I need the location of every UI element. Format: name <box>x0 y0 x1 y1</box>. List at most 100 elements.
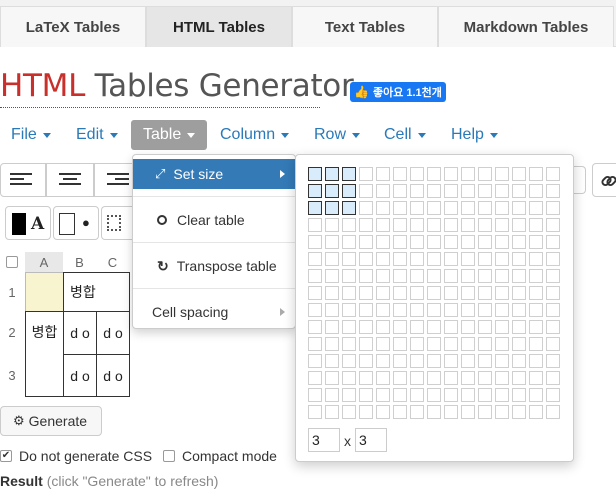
size-grid-cell[interactable] <box>393 235 407 249</box>
size-grid-cell[interactable] <box>444 218 458 232</box>
size-grid-cell[interactable] <box>410 201 424 215</box>
columns-input[interactable]: 3 <box>355 428 387 452</box>
size-grid-cell[interactable] <box>495 337 509 351</box>
size-grid-cell[interactable] <box>393 218 407 232</box>
size-grid-cell[interactable] <box>461 337 475 351</box>
row-header-3[interactable]: 3 <box>0 354 24 396</box>
size-grid-cell[interactable] <box>342 184 356 198</box>
size-grid-cell[interactable] <box>393 303 407 317</box>
size-grid-cell[interactable] <box>478 201 492 215</box>
size-grid-cell[interactable] <box>410 167 424 181</box>
size-grid-cell[interactable] <box>342 218 356 232</box>
size-grid-cell[interactable] <box>478 354 492 368</box>
size-grid-cell[interactable] <box>478 303 492 317</box>
size-grid-cell[interactable] <box>308 218 322 232</box>
size-grid-cell[interactable] <box>342 405 356 419</box>
size-grid-cell[interactable] <box>427 269 441 283</box>
size-grid-cell[interactable] <box>308 201 322 215</box>
size-grid-cell[interactable] <box>461 218 475 232</box>
size-grid-cell[interactable] <box>461 354 475 368</box>
size-grid-cell[interactable] <box>546 167 560 181</box>
table-cell[interactable]: d o <box>63 311 97 355</box>
size-grid-cell[interactable] <box>478 235 492 249</box>
size-grid-cell[interactable] <box>461 184 475 198</box>
size-grid-cell[interactable] <box>495 218 509 232</box>
row-header-1[interactable]: 1 <box>0 273 24 311</box>
size-grid-cell[interactable] <box>478 269 492 283</box>
size-grid-cell[interactable] <box>529 303 543 317</box>
menu-item-set-size[interactable]: ⤢ Set size <box>133 159 295 189</box>
size-grid-cell[interactable] <box>546 201 560 215</box>
link-button[interactable] <box>592 163 616 197</box>
table-cell-merged-top[interactable]: 병합 <box>63 272 130 312</box>
size-grid-cell[interactable] <box>461 286 475 300</box>
size-grid-cell[interactable] <box>393 405 407 419</box>
size-grid-cell[interactable] <box>546 235 560 249</box>
size-grid-cell[interactable] <box>444 252 458 266</box>
size-grid-cell[interactable] <box>325 235 339 249</box>
size-grid-cell[interactable] <box>444 184 458 198</box>
size-grid-cell[interactable] <box>342 320 356 334</box>
compact-mode-checkbox[interactable] <box>163 450 175 462</box>
size-grid-cell[interactable] <box>308 252 322 266</box>
size-grid-cell[interactable] <box>393 269 407 283</box>
size-grid-cell[interactable] <box>410 184 424 198</box>
size-grid-cell[interactable] <box>529 286 543 300</box>
size-grid-cell[interactable] <box>478 286 492 300</box>
size-grid-cell[interactable] <box>393 320 407 334</box>
size-grid-cell[interactable] <box>546 388 560 402</box>
size-grid-cell[interactable] <box>393 201 407 215</box>
size-grid-cell[interactable] <box>444 371 458 385</box>
size-grid-cell[interactable] <box>359 354 373 368</box>
size-grid-cell[interactable] <box>427 235 441 249</box>
size-grid-cell[interactable] <box>512 303 526 317</box>
size-grid-cell[interactable] <box>478 218 492 232</box>
size-grid-cell[interactable] <box>308 371 322 385</box>
menu-help[interactable]: Help <box>451 120 498 150</box>
size-grid-cell[interactable] <box>529 269 543 283</box>
size-grid-cell[interactable] <box>410 286 424 300</box>
size-grid-cell[interactable] <box>342 167 356 181</box>
size-grid-cell[interactable] <box>342 269 356 283</box>
size-grid-cell[interactable] <box>461 388 475 402</box>
size-grid-cell[interactable] <box>376 184 390 198</box>
size-grid-cell[interactable] <box>512 218 526 232</box>
size-grid-cell[interactable] <box>376 201 390 215</box>
size-grid-cell[interactable] <box>546 303 560 317</box>
align-center-button[interactable] <box>46 163 94 197</box>
size-grid-cell[interactable] <box>444 405 458 419</box>
size-grid-cell[interactable] <box>342 252 356 266</box>
size-grid-cell[interactable] <box>512 184 526 198</box>
size-grid-cell[interactable] <box>325 371 339 385</box>
size-grid-cell[interactable] <box>478 320 492 334</box>
size-grid-cell[interactable] <box>478 252 492 266</box>
size-grid-cell[interactable] <box>410 218 424 232</box>
size-grid-cell[interactable] <box>478 405 492 419</box>
size-grid-cell[interactable] <box>529 337 543 351</box>
size-grid-cell[interactable] <box>495 388 509 402</box>
size-grid-cell[interactable] <box>359 269 373 283</box>
size-grid-cell[interactable] <box>308 405 322 419</box>
size-grid-cell[interactable] <box>359 337 373 351</box>
size-grid-cell[interactable] <box>512 167 526 181</box>
tab-html[interactable]: HTML Tables <box>146 6 292 47</box>
size-grid-cell[interactable] <box>546 218 560 232</box>
select-all-checkbox[interactable] <box>6 256 18 268</box>
column-header-b[interactable]: B <box>63 252 96 272</box>
size-grid-cell[interactable] <box>529 201 543 215</box>
size-grid-cell[interactable] <box>393 286 407 300</box>
size-grid-cell[interactable] <box>529 184 543 198</box>
size-grid-cell[interactable] <box>546 286 560 300</box>
size-grid-cell[interactable] <box>376 303 390 317</box>
table-cell[interactable]: d o <box>96 311 130 355</box>
size-grid-cell[interactable] <box>376 218 390 232</box>
size-grid-cell[interactable] <box>495 167 509 181</box>
size-grid-cell[interactable] <box>478 371 492 385</box>
size-grid-cell[interactable] <box>546 354 560 368</box>
size-grid-cell[interactable] <box>495 252 509 266</box>
size-grid-cell[interactable] <box>495 303 509 317</box>
size-grid-cell[interactable] <box>512 354 526 368</box>
size-grid-cell[interactable] <box>308 337 322 351</box>
size-grid-cell[interactable] <box>427 320 441 334</box>
size-grid-cell[interactable] <box>325 252 339 266</box>
